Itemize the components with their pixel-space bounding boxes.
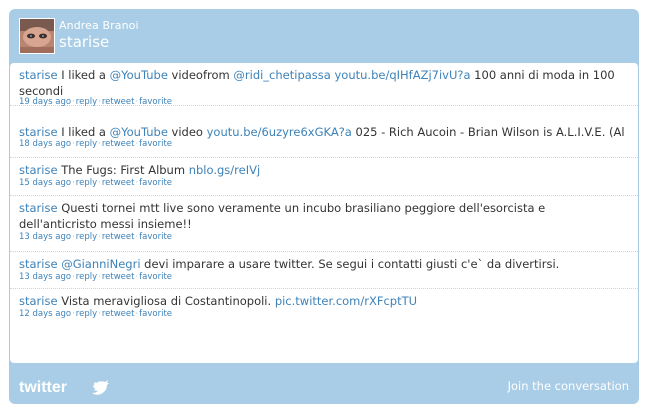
widget-footer: twitter Join the conversation	[9, 367, 639, 404]
tweet-timestamp-link[interactable]: 13 days ago	[19, 272, 71, 282]
tweet-inline-link[interactable]: pic.twitter.com/rXFcptTU	[275, 294, 417, 308]
tweet-inline-link[interactable]: nblo.gs/reIVj	[189, 163, 260, 177]
tweet-text-segment: Questi tornei mtt live sono veramente un…	[19, 201, 546, 231]
tweet-text: starise I liked a @YouTube videofrom @ri…	[19, 67, 625, 99]
favorite-link[interactable]: favorite	[139, 178, 172, 188]
tweet-text-segment: video	[167, 125, 207, 139]
twitter-logo-text: twitter	[19, 379, 67, 396]
tweet-user-link[interactable]: starise	[19, 201, 58, 215]
join-conversation-link[interactable]: Join the conversation	[508, 379, 629, 393]
reply-link[interactable]: reply	[76, 178, 97, 188]
tweet-user-link[interactable]: starise	[19, 257, 58, 271]
retweet-link[interactable]: retweet	[102, 309, 135, 319]
tweet-user-link[interactable]: starise	[19, 125, 58, 139]
widget-header: Andrea Branoi starise	[9, 9, 639, 63]
avatar[interactable]	[19, 18, 55, 54]
reply-link[interactable]: reply	[76, 309, 97, 319]
retweet-link[interactable]: retweet	[102, 178, 135, 188]
reply-link[interactable]: reply	[76, 139, 97, 149]
tweet-inline-link[interactable]: youtu.be/6uzyre6xGKA?a	[207, 125, 352, 139]
tweet-text-segment: I liked a	[61, 68, 110, 82]
tweet-text-segment: I liked a	[61, 125, 110, 139]
tweet-text-segment: Vista meravigliosa di Costantinopoli.	[61, 294, 275, 308]
avatar-image	[20, 19, 54, 53]
favorite-link[interactable]: favorite	[139, 309, 172, 319]
profile-name: Andrea Branoi	[59, 19, 139, 32]
profile-screen-name[interactable]: starise	[59, 33, 109, 51]
retweet-link[interactable]: retweet	[102, 139, 135, 149]
twitter-logo[interactable]: twitter	[19, 378, 111, 400]
twitter-widget: Andrea Branoi starise starise I liked a …	[9, 9, 639, 404]
twitter-bird-icon: twitter	[19, 379, 109, 396]
reply-link[interactable]: reply	[76, 272, 97, 282]
tweet-text: starise Vista meravigliosa di Costantino…	[19, 293, 625, 309]
favorite-link[interactable]: favorite	[139, 272, 172, 282]
tweet-inline-link[interactable]: @ridi_chetipassa	[233, 68, 330, 82]
tweet-text-segment: 025 - Rich Aucoin - Brian Wilson is A.L.…	[351, 125, 626, 139]
favorite-link[interactable]: favorite	[139, 232, 172, 242]
tweet-item: starise I liked a @YouTube videofrom @ri…	[10, 63, 638, 107]
tweet-item: starise @GianniNegri devi imparare a usa…	[10, 252, 638, 289]
tweet-item: starise Vista meravigliosa di Costantino…	[10, 289, 638, 325]
tweet-timestamp-link[interactable]: 12 days ago	[19, 309, 71, 319]
tweet-timestamp-link[interactable]: 18 days ago	[19, 139, 71, 149]
tweet-text: starise The Fugs: First Album nblo.gs/re…	[19, 162, 625, 178]
tweet-user-link[interactable]: starise	[19, 68, 58, 82]
favorite-link[interactable]: favorite	[139, 97, 172, 107]
tweet-meta: 19 days ago·reply·retweet·favorite	[19, 97, 172, 107]
tweet-text-segment: devi imparare a usare twitter. Se segui …	[140, 257, 560, 271]
favorite-link[interactable]: favorite	[139, 139, 172, 149]
tweet-text-segment: videofrom	[167, 68, 234, 82]
tweet-item: starise I liked a @YouTube video youtu.b…	[10, 120, 638, 158]
tweet-meta: 12 days ago·reply·retweet·favorite	[19, 309, 172, 319]
tweet-text: starise @GianniNegri devi imparare a usa…	[19, 256, 625, 272]
tweet-inline-link[interactable]: youtu.be/qIHfAZj7ivU?a	[334, 68, 470, 82]
tweet-timestamp-link[interactable]: 15 days ago	[19, 178, 71, 188]
tweet-text: starise I liked a @YouTube video youtu.b…	[19, 124, 625, 140]
tweet-meta: 13 days ago·reply·retweet·favorite	[19, 272, 172, 282]
retweet-link[interactable]: retweet	[102, 232, 135, 242]
tweet-meta: 18 days ago·reply·retweet·favorite	[19, 139, 172, 149]
tweet-user-link[interactable]: starise	[19, 163, 58, 177]
tweet-inline-link[interactable]: @YouTube	[110, 125, 168, 139]
tweet-inline-link[interactable]: @GianniNegri	[61, 257, 140, 271]
tweet-item: starise The Fugs: First Album nblo.gs/re…	[10, 158, 638, 196]
tweet-timestamp-link[interactable]: 13 days ago	[19, 232, 71, 242]
retweet-link[interactable]: retweet	[102, 97, 135, 107]
tweet-timeline[interactable]: starise I liked a @YouTube videofrom @ri…	[10, 63, 638, 363]
tweet-user-link[interactable]: starise	[19, 294, 58, 308]
tweet-meta: 13 days ago·reply·retweet·favorite	[19, 232, 172, 242]
retweet-link[interactable]: retweet	[102, 272, 135, 282]
reply-link[interactable]: reply	[76, 97, 97, 107]
tweet-text-segment: The Fugs: First Album	[61, 163, 189, 177]
tweet-text: starise Questi tornei mtt live sono vera…	[19, 200, 625, 232]
tweet-meta: 15 days ago·reply·retweet·favorite	[19, 178, 172, 188]
tweet-inline-link[interactable]: @YouTube	[110, 68, 168, 82]
tweet-timestamp-link[interactable]: 19 days ago	[19, 97, 71, 107]
tweet-item: starise Questi tornei mtt live sono vera…	[10, 196, 638, 252]
reply-link[interactable]: reply	[76, 232, 97, 242]
